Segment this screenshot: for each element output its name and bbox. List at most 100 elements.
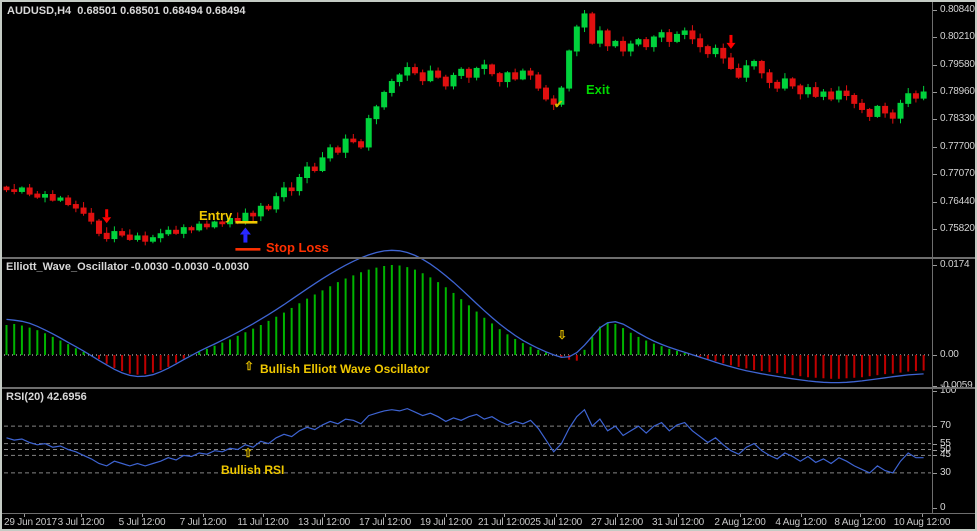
stop-loss-line[interactable] (235, 248, 260, 251)
buy-arrow-icon[interactable] (240, 228, 251, 235)
sell-arrow-icon[interactable] (729, 35, 732, 43)
bull-candle (274, 197, 279, 209)
ewo-panel-title: Elliott_Wave_Oscillator -0.0030 -0.0030 … (6, 261, 249, 273)
bull-candle (597, 31, 602, 43)
bull-candle (613, 41, 618, 45)
ewo-down-arrow-icon[interactable]: ⇩ (557, 328, 567, 342)
bear-candle (35, 194, 40, 197)
bear-candle (852, 95, 857, 103)
time-axis-label: 19 Jul 12:00 (420, 517, 472, 528)
bull-candle (906, 94, 911, 104)
bear-candle (913, 94, 918, 98)
bear-candle (89, 213, 94, 221)
bull-candle (374, 107, 379, 119)
bear-candle (174, 230, 179, 233)
exit-label[interactable]: Exit (586, 82, 610, 97)
bull-candle (112, 232, 117, 239)
bear-candle (736, 68, 741, 77)
sell-arrow-icon[interactable] (105, 209, 108, 217)
bear-candle (312, 167, 317, 170)
rsi-bullish-note[interactable]: Bullish RSI (221, 463, 284, 477)
bear-candle (235, 219, 240, 222)
bull-candle (636, 40, 641, 44)
bear-candle (759, 61, 764, 72)
time-axis-label: 27 Jul 12:00 (591, 517, 643, 528)
rsi-line (7, 409, 924, 473)
bear-candle (528, 71, 533, 75)
bear-candle (189, 228, 194, 230)
bear-candle (867, 109, 872, 116)
signal-arrows[interactable] (102, 35, 735, 251)
bear-candle (335, 148, 340, 152)
entry-label[interactable]: Entry (199, 208, 232, 223)
bull-candle (405, 68, 410, 75)
bull-candle (320, 158, 325, 171)
bear-candle (890, 113, 895, 118)
bull-candle (389, 82, 394, 93)
rsi-axis-tick (933, 455, 937, 456)
time-axis-label: 13 Jul 12:00 (298, 517, 350, 528)
ewo-bullish-arrow-icon[interactable]: ⇧ (244, 359, 254, 373)
bull-candle (397, 75, 402, 82)
ewo-axis-tick (933, 355, 937, 356)
bear-candle (204, 224, 209, 227)
bull-candle (197, 224, 202, 230)
bull-candle (150, 238, 155, 241)
buy-arrow-icon[interactable] (243, 235, 247, 243)
bear-candle (466, 69, 471, 77)
rsi-axis-label: 0 (940, 502, 945, 513)
bear-candle (266, 206, 271, 209)
sell-arrow-icon[interactable] (726, 43, 735, 49)
panel-separator[interactable] (2, 387, 977, 389)
exit-check-icon[interactable]: ✔ (554, 98, 563, 111)
bull-candle (782, 79, 787, 88)
bear-candle (96, 221, 101, 233)
bear-candle (12, 190, 17, 192)
time-axis-label: 11 Jul 12:00 (237, 517, 288, 528)
bear-candle (813, 88, 818, 97)
time-axis-label: 29 Jun 2017 (4, 517, 57, 528)
bull-candle (628, 44, 633, 51)
time-axis[interactable]: 29 Jun 20173 Jul 12:005 Jul 12:007 Jul 1… (2, 513, 977, 531)
bear-candle (767, 73, 772, 83)
bull-candle (328, 148, 333, 158)
bull-candle (243, 213, 248, 221)
price-axis-tick (933, 174, 937, 175)
time-axis-label: 31 Jul 12:00 (652, 517, 704, 528)
bear-candle (621, 41, 626, 51)
bull-candle (713, 48, 718, 53)
bull-candle (305, 167, 310, 177)
bull-candle (366, 119, 371, 147)
rsi-panel-title: RSI(20) 42.6956 (6, 391, 87, 403)
bull-candle (482, 65, 487, 68)
price-axis-label: 0.78960 (940, 86, 975, 97)
price-axis-tick (933, 92, 937, 93)
price-axis-label: 0.77700 (940, 141, 975, 152)
ewo-axis-label: 0.00 (940, 349, 959, 360)
entry-line[interactable] (235, 221, 257, 224)
price-axis-label: 0.75820 (940, 223, 975, 234)
bear-candle (690, 31, 695, 39)
stop-loss-label[interactable]: Stop Loss (266, 240, 329, 255)
bear-candle (73, 205, 78, 208)
bear-candle (351, 139, 356, 142)
bull-candle (343, 139, 348, 152)
panel-separator[interactable] (2, 257, 977, 259)
time-axis-label: 2 Aug 12:00 (714, 517, 765, 528)
bull-candle (135, 236, 140, 239)
ewo-bullish-note[interactable]: Bullish Elliott Wave Oscillator (260, 362, 430, 376)
bear-candle (127, 235, 132, 239)
price-axis-tick (933, 202, 937, 203)
bull-candle (836, 91, 841, 99)
bull-candle (682, 31, 687, 34)
bull-candle (651, 37, 656, 47)
time-axis-label: 21 Jul 12:00 (478, 517, 530, 528)
bear-candle (728, 58, 733, 68)
price-axis-label: 0.78330 (940, 113, 975, 124)
ewo-axis-label: 0.0174 (940, 259, 969, 270)
bull-candle (382, 92, 387, 106)
bull-candle (744, 66, 749, 77)
rsi-bullish-arrow-icon[interactable]: ⇧ (243, 446, 253, 460)
bull-candle (297, 178, 302, 191)
sell-arrow-icon[interactable] (102, 217, 111, 223)
